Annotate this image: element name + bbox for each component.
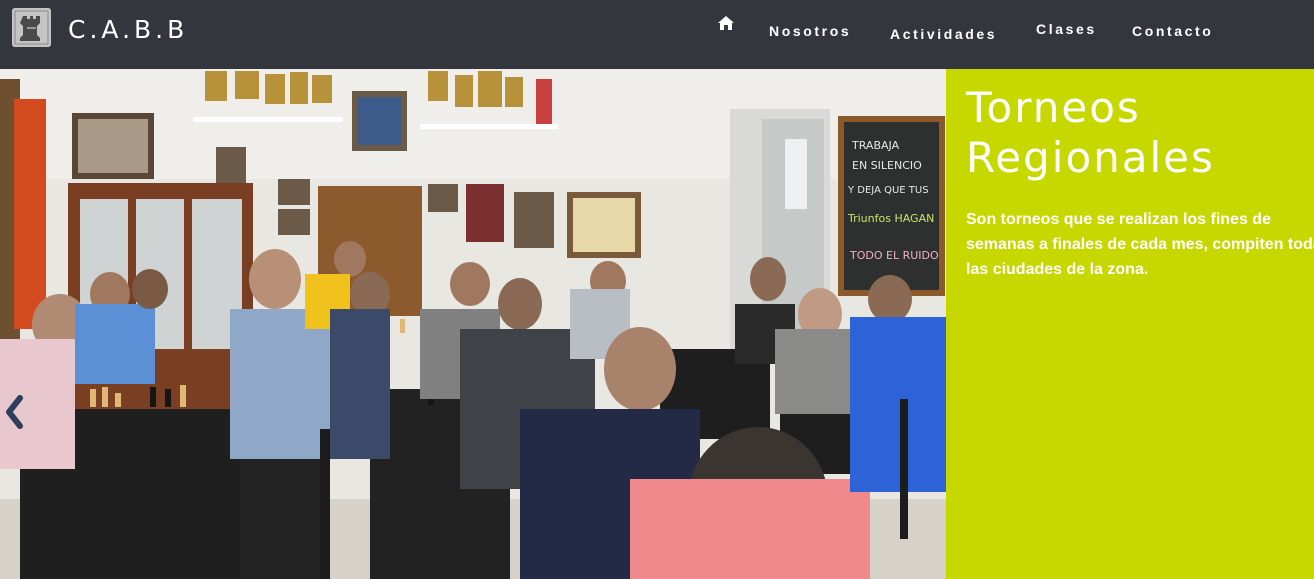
navbar: C.A.B.B Nosotros Actividades Clases Cont… (0, 0, 1314, 69)
chalkboard-line: EN SILENCIO (852, 159, 922, 172)
chess-rook-icon[interactable] (12, 8, 51, 47)
slide-title-line: Regionales (966, 133, 1215, 182)
chalkboard-line: Triunfos HAGAN (847, 212, 934, 225)
nav-link-clases[interactable]: Clases (1036, 21, 1097, 37)
slide-description-line: semanas a finales de cada mes, compiten … (966, 236, 1314, 253)
chevron-left-icon[interactable] (4, 394, 26, 430)
slide-description: Son torneos que se realizan los fines de… (966, 207, 1314, 282)
chalkboard-line: Y DEJA QUE TUS (847, 185, 929, 196)
brand-name[interactable]: C.A.B.B (68, 15, 188, 44)
chalkboard-line: TRABAJA (851, 139, 900, 152)
nav-link-actividades[interactable]: Actividades (890, 26, 997, 42)
slide-description-line: las ciudades de la zona. (966, 261, 1149, 278)
slide-description-line: Son torneos que se realizan los fines de (966, 211, 1271, 228)
home-icon[interactable] (718, 16, 734, 30)
slide-title-line: Torneos (966, 83, 1141, 132)
slide-title: Torneos Regionales (966, 83, 1306, 183)
carousel-slide-photo[interactable]: TRABAJA EN SILENCIO Y DEJA QUE TUS Triun… (0, 69, 946, 579)
chalkboard-line: TODO EL RUIDO (849, 249, 939, 262)
slide-caption-panel: Torneos Regionales Son torneos que se rea… (946, 69, 1314, 579)
nav-link-nosotros[interactable]: Nosotros (769, 23, 851, 39)
chess-club-photo: TRABAJA EN SILENCIO Y DEJA QUE TUS Triun… (0, 69, 946, 579)
nav-link-contacto[interactable]: Contacto (1132, 23, 1213, 39)
